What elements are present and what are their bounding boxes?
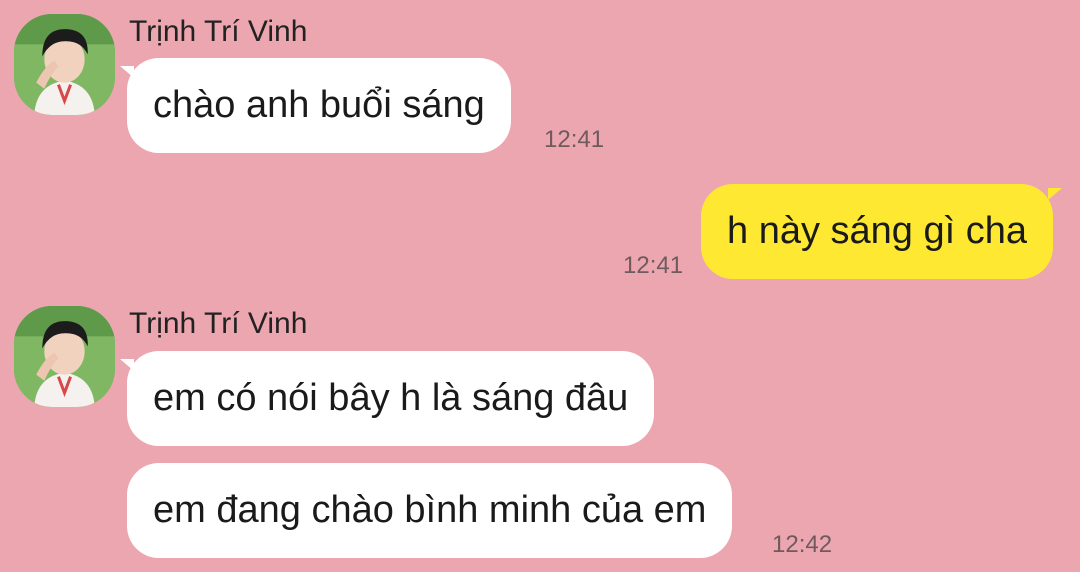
message-timestamp: 12:41 [623, 252, 684, 279]
sender-name: Trịnh Trí Vinh [129, 307, 308, 340]
sender-avatar[interactable] [14, 14, 115, 115]
message-timestamp: 12:41 [544, 126, 605, 153]
message-bubble-outgoing[interactable]: h này sáng gì cha [701, 184, 1053, 279]
bubble-tail-outgoing [1048, 188, 1062, 200]
message-timestamp: 12:42 [772, 531, 833, 558]
message-bubble[interactable]: em có nói bây h là sáng đâu [127, 351, 655, 446]
message-bubble[interactable]: chào anh buổi sáng [127, 58, 511, 153]
user-avatar-icon [14, 14, 115, 115]
sender-name: Trịnh Trí Vinh [129, 15, 308, 48]
sender-avatar[interactable] [14, 306, 115, 407]
message-bubble[interactable]: em đang chào bình minh của em [127, 463, 733, 558]
user-avatar-icon [14, 306, 115, 407]
